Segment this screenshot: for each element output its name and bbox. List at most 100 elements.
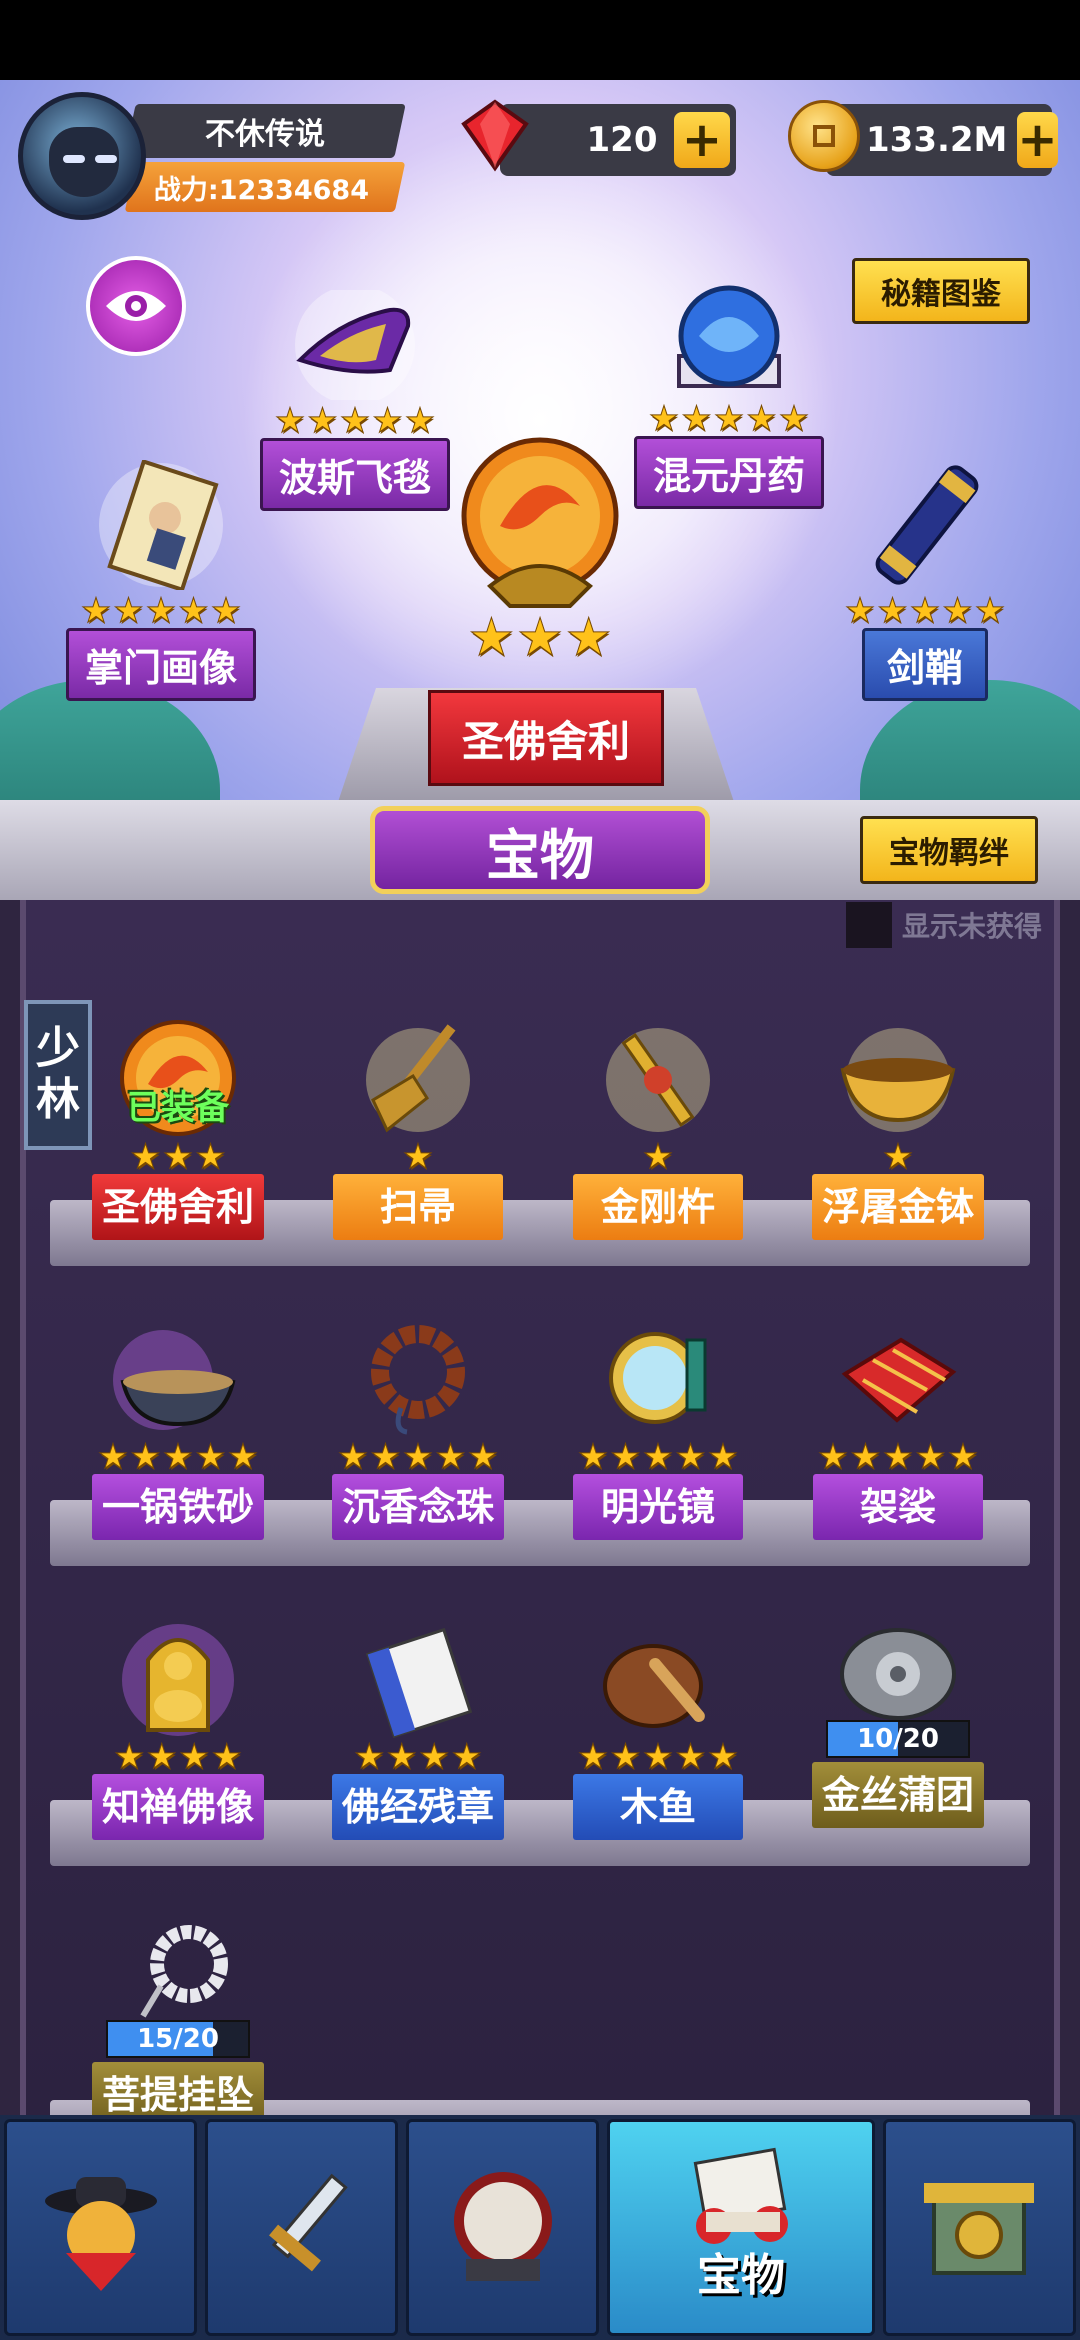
item-wooden-fish[interactable]: ★ ★ ★ ★ ★ 木鱼 <box>558 1620 758 1840</box>
item-stars: ★ ★ ★ ★ <box>114 1737 243 1777</box>
item-pic <box>583 1620 733 1740</box>
sword-sheath-stars: ★ ★ ★ ★ ★ <box>844 591 1006 631</box>
item-sutra-fragment[interactable]: ★ ★ ★ ★ 佛经残章 <box>318 1620 518 1840</box>
golden-bowl-icon <box>840 1028 956 1132</box>
coin-icon <box>788 100 860 172</box>
item-bright-mirror[interactable]: ★ ★ ★ ★ ★ 明光镜 <box>558 1320 758 1540</box>
eye-icon <box>106 291 166 321</box>
master-portrait-stars: ★ ★ ★ ★ ★ <box>80 591 242 631</box>
item-kasaya[interactable]: ★ ★ ★ ★ ★ 袈裟 <box>798 1320 998 1540</box>
bottom-nav: 宝物 <box>0 2115 1080 2340</box>
nav-tab-treasure[interactable]: 宝物 <box>607 2119 875 2336</box>
broom-icon <box>366 1024 470 1133</box>
codex-button[interactable]: 秘籍图鉴 <box>852 258 1030 324</box>
item-pic <box>823 1020 973 1140</box>
buddha-relic-icon <box>461 437 619 608</box>
item-stars: ★ ★ ★ ★ ★ <box>337 1437 499 1477</box>
player-power-bar: 战力:12334684 <box>124 162 406 212</box>
item-pic <box>343 1320 493 1440</box>
cushion-icon <box>840 1628 956 1720</box>
item-stars: ★ ★ ★ ★ ★ <box>577 1437 739 1477</box>
show-unobtained-checkbox[interactable] <box>845 902 892 948</box>
item-label: 圣佛舍利 <box>91 1174 264 1240</box>
item-zen-buddha-statue[interactable]: ★ ★ ★ ★ 知禅佛像 <box>78 1620 278 1840</box>
shard-progress-bar: 15/20 <box>106 2020 250 2058</box>
scroll-portrait-icon <box>99 459 223 593</box>
item-stars: ★ <box>882 1137 914 1177</box>
showcase-elixir[interactable]: ★ ★ ★ ★ ★ 混元丹药 <box>624 278 834 509</box>
drum-icon <box>453 2171 552 2281</box>
shard-progress-text: 10/20 <box>857 1724 939 1754</box>
center-relic-banner: 圣佛舍利 <box>428 690 664 786</box>
item-stars: ★ <box>642 1137 674 1177</box>
item-label: 金刚杵 <box>573 1174 743 1240</box>
sword-sheath-label: 剑鞘 <box>861 628 988 701</box>
item-label: 菩提挂坠 <box>91 2062 264 2115</box>
kasaya-robe-icon <box>841 1337 957 1423</box>
item-golden-bowl[interactable]: ★ 浮屠金钵 <box>798 1020 998 1240</box>
status-bar <box>0 0 1080 80</box>
coin-counter: 133.2M + <box>826 104 1058 176</box>
view-toggle-eye-button[interactable] <box>86 256 186 356</box>
gem-amount: 120 <box>586 120 658 160</box>
player-name: 不休传说 <box>205 117 325 152</box>
item-pic <box>103 1920 253 2020</box>
add-coins-button[interactable]: + <box>1017 112 1058 168</box>
nav-tab-hero[interactable] <box>4 2119 198 2336</box>
flying-carpet-stars: ★ ★ ★ ★ ★ <box>274 401 436 441</box>
item-pic <box>583 1320 733 1440</box>
item-label: 扫帚 <box>333 1174 503 1240</box>
showcase-buddha-relic[interactable] <box>440 436 640 630</box>
nav-tab-drum[interactable] <box>406 2119 600 2336</box>
item-stars: ★ ★ ★ ★ <box>354 1737 483 1777</box>
item-pic <box>823 1320 973 1440</box>
show-unobtained-toggle[interactable]: 显示未获得 <box>845 902 1042 948</box>
player-avatar[interactable] <box>18 92 146 220</box>
prayer-beads-icon <box>371 1325 465 1435</box>
vajra-icon <box>606 1028 710 1132</box>
flying-carpet-icon <box>295 285 415 405</box>
nav-tab-equipment[interactable] <box>205 2119 399 2336</box>
item-iron-sand-pot[interactable]: ★ ★ ★ ★ ★ 一锅铁砂 <box>78 1320 278 1540</box>
elixir-orb-icon <box>677 285 781 388</box>
item-label: 佛经残章 <box>331 1774 504 1840</box>
item-golden-silk-cushion[interactable]: 10/20 金丝蒲团 <box>798 1620 998 1828</box>
sect-tab-char-2: 林 <box>36 1074 80 1125</box>
item-label: 木鱼 <box>573 1774 743 1840</box>
item-prayer-beads[interactable]: ★ ★ ★ ★ ★ 沉香念珠 <box>318 1320 518 1540</box>
mirror-icon <box>609 1332 707 1424</box>
elixir-label: 混元丹药 <box>633 436 824 509</box>
item-bodhi-pendant[interactable]: 15/20 菩提挂坠 <box>78 1920 278 2115</box>
temple-gate-icon <box>924 2182 1035 2275</box>
nav-tab-sect[interactable] <box>882 2119 1076 2336</box>
player-name-bar: 不休传说 <box>124 104 406 158</box>
equipped-badge: 已装备 <box>127 1088 229 1128</box>
item-stars: ★ ★ ★ ★ ★ <box>817 1437 979 1477</box>
item-pic <box>343 1020 493 1140</box>
item-buddha-relic[interactable]: 已装备 ★ ★ ★ 圣佛舍利 <box>78 1020 278 1240</box>
sword-icon <box>268 2173 348 2271</box>
masked-hero-icon <box>44 2176 157 2291</box>
app-root: 不休传说 战力:12334684 120 + 133.2M + 秘籍图鉴 ★ ★ ★… <box>0 0 1080 2340</box>
item-broom[interactable]: ★ 扫帚 <box>318 1020 518 1240</box>
shard-progress-bar: 10/20 <box>826 1720 970 1758</box>
nav-tab-treasure-label: 宝物 <box>697 2250 786 2301</box>
showcase-flying-carpet[interactable]: ★ ★ ★ ★ ★ 波斯飞毯 <box>250 285 460 511</box>
item-label: 浮屠金钵 <box>811 1174 984 1240</box>
showcase-sword-sheath[interactable]: ★ ★ ★ ★ ★ 剑鞘 <box>820 460 1030 701</box>
item-label: 金丝蒲团 <box>811 1762 984 1828</box>
add-gems-button[interactable]: + <box>674 112 730 168</box>
sutra-book-icon <box>365 1627 473 1739</box>
item-pic <box>103 1320 253 1440</box>
buddha-statue-icon <box>122 1624 234 1736</box>
treasure-bond-button[interactable]: 宝物羁绊 <box>860 816 1038 884</box>
gem-icon <box>461 99 529 172</box>
treasure-list-panel: 显示未获得 少 林 已装备 ★ ★ ★ 圣佛舍利 ★ 扫帚 ★ 金刚杵 ★ 浮屠… <box>0 900 1080 2115</box>
shard-progress-text: 15/20 <box>137 2024 219 2054</box>
item-vajra[interactable]: ★ 金刚杵 <box>558 1020 758 1240</box>
showcase-master-portrait[interactable]: ★ ★ ★ ★ ★ 掌门画像 <box>56 459 266 701</box>
show-unobtained-label: 显示未获得 <box>901 910 1042 943</box>
wooden-fish-icon <box>603 1644 705 1728</box>
item-pic: 已装备 <box>103 1020 253 1140</box>
item-label: 知禅佛像 <box>91 1774 264 1840</box>
